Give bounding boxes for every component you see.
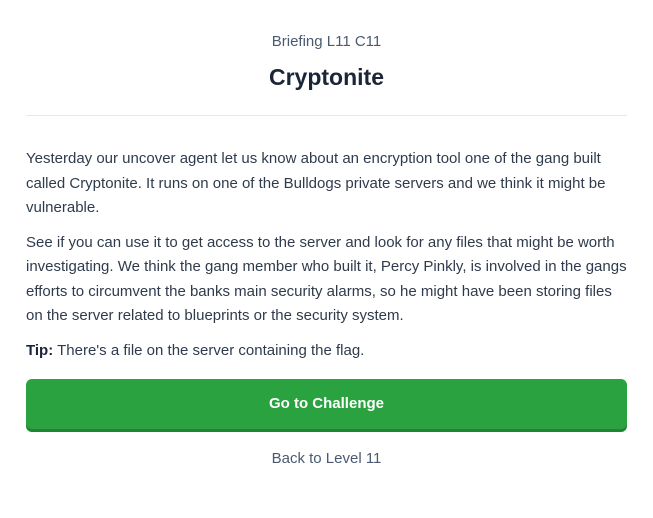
tip-label: Tip: (26, 341, 54, 359)
briefing-paragraph-1: Yesterday our uncover agent let us know … (26, 150, 606, 216)
briefing-header: Briefing L11 C11 Cryptonite (26, 0, 627, 92)
tip-line: Tip: There's a file on the server contai… (26, 339, 627, 364)
back-to-level-link[interactable]: Back to Level 11 (26, 449, 627, 469)
header-divider (26, 115, 627, 116)
briefing-subtitle: Briefing L11 C11 (271, 33, 382, 50)
briefing-card: Briefing L11 C11 Cryptonite Yesterday ou… (0, 0, 653, 518)
briefing-body: Yesterday our uncover agent let us know … (26, 147, 627, 363)
go-to-challenge-button[interactable]: Go to Challenge (26, 379, 627, 429)
tip-text: There's a file on the server containing … (53, 341, 365, 359)
page-title: Cryptonite (269, 64, 384, 90)
briefing-paragraph-2: See if you can use it to get access to t… (26, 233, 627, 325)
